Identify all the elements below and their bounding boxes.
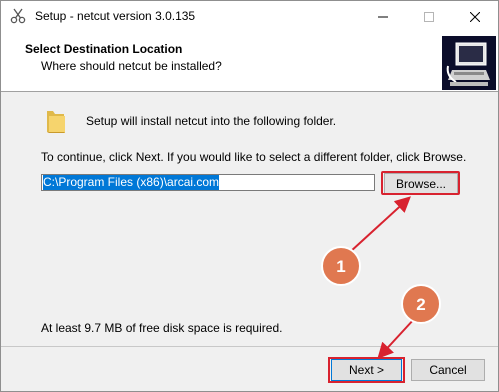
minimize-icon [378,16,388,18]
page-subtitle: Where should netcut be installed? [41,59,222,73]
installer-computer-icon [442,36,496,90]
disk-space-note: At least 9.7 MB of free disk space is re… [41,321,283,335]
maximize-icon [424,12,434,22]
browse-highlight-box [381,171,460,195]
instruction-text: To continue, click Next. If you would li… [41,150,467,164]
page-title: Select Destination Location [25,42,183,56]
minimize-button[interactable] [360,1,406,33]
cancel-button[interactable]: Cancel [411,359,485,381]
destination-path-value: C:\Program Files (x86)\arcai.com [43,175,220,190]
folder-icon [47,111,65,133]
install-intro-text: Setup will install netcut into the follo… [86,114,337,128]
wizard-header: Select Destination Location Where should… [1,33,498,92]
scissors-icon [10,8,26,24]
close-button[interactable] [452,1,498,33]
setup-window: Setup - netcut version 3.0.135 Select De… [0,0,499,392]
footer-divider [1,346,498,347]
maximize-button[interactable] [406,1,452,33]
next-highlight-box [328,357,405,383]
destination-path-input[interactable]: C:\Program Files (x86)\arcai.com [41,174,375,191]
window-title: Setup - netcut version 3.0.135 [35,9,196,23]
title-bar: Setup - netcut version 3.0.135 [1,1,498,33]
close-icon [470,12,480,22]
